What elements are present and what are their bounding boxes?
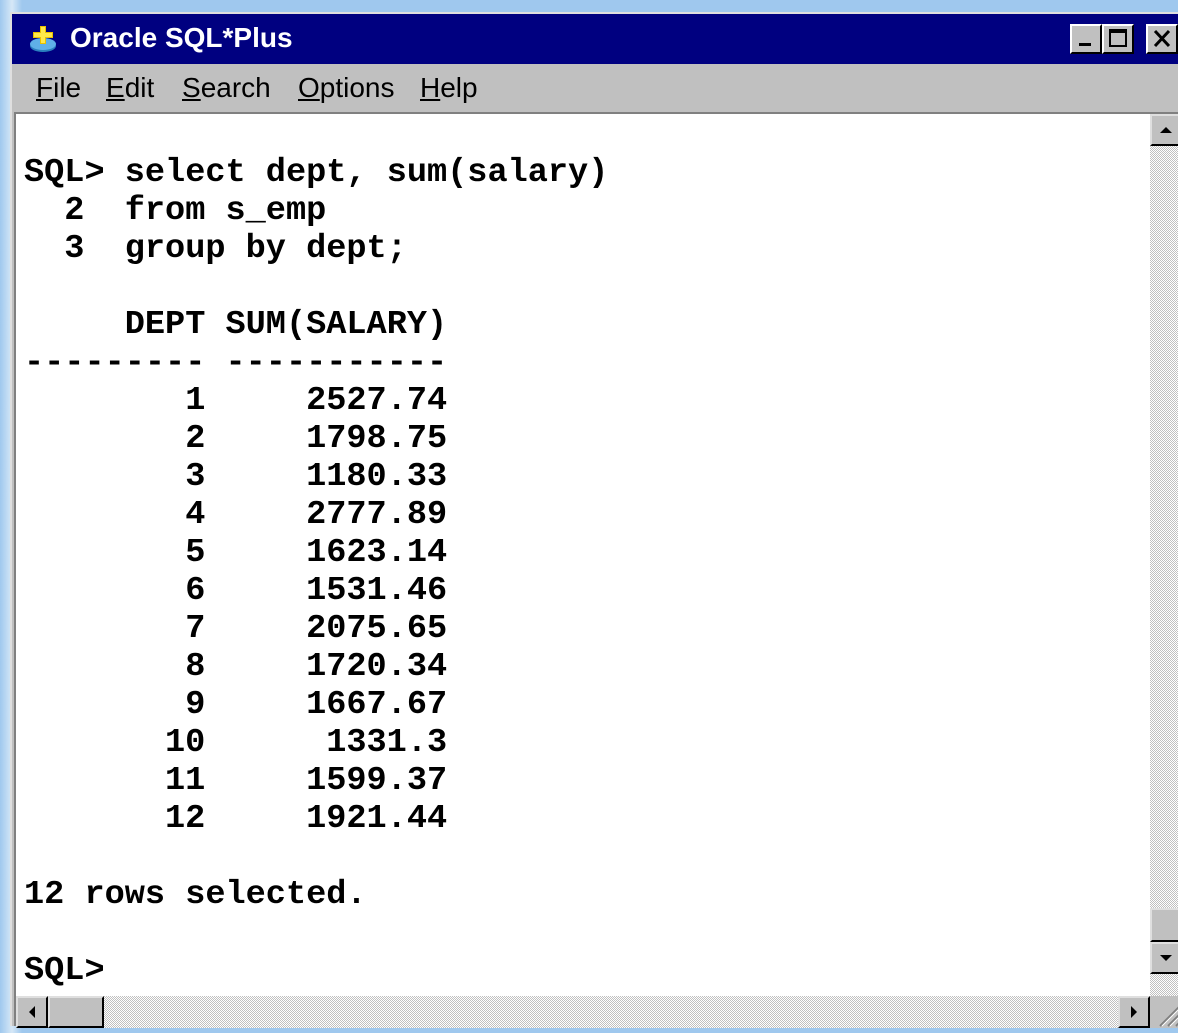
dept-cell: 9 (185, 686, 206, 724)
salary-sum-cell: 1599.37 (306, 762, 448, 800)
menu-edit[interactable]: Edit (106, 72, 154, 104)
salary-sum-cell: 2777.89 (306, 496, 448, 534)
minimize-button[interactable] (1070, 24, 1102, 54)
dept-cell: 12 (165, 800, 206, 838)
dept-cell: 4 (185, 496, 206, 534)
result-row: 10 1331.3 (24, 724, 447, 762)
scroll-down-button[interactable] (1150, 942, 1178, 974)
result-row: 9 1667.67 (24, 686, 447, 724)
result-row: 11 1599.37 (24, 762, 447, 800)
arrow-down-icon (1160, 955, 1172, 961)
result-row: 4 2777.89 (24, 496, 447, 534)
menu-search-label: earch (200, 72, 271, 103)
salary-sum-cell: 1720.34 (306, 648, 448, 686)
minimize-icon (1079, 43, 1091, 46)
console-output[interactable]: SQL> select dept, sum(salary) 2 from s_e… (16, 114, 1150, 996)
menu-search-mnemonic: S (182, 72, 201, 103)
dept-cell: 7 (185, 610, 206, 648)
result-row: 5 1623.14 (24, 534, 447, 572)
menu-help-label: elp (440, 72, 478, 103)
oracle-app-icon (30, 26, 56, 52)
salary-sum-cell: 1180.33 (306, 458, 448, 496)
menu-help[interactable]: Help (420, 72, 478, 104)
salary-sum-cell: 2075.65 (306, 610, 448, 648)
query-line: SQL> select dept, sum(salary) (24, 154, 609, 192)
horizontal-scrollbar[interactable] (16, 996, 1150, 1028)
dept-cell: 10 (165, 724, 206, 762)
salary-sum-cell: 1331.3 (326, 724, 448, 762)
menu-options-mnemonic: O (298, 72, 320, 103)
resize-grip-icon (1159, 1006, 1178, 1027)
result-row: 8 1720.34 (24, 648, 447, 686)
maximize-icon (1109, 29, 1127, 47)
maximize-button[interactable] (1102, 24, 1134, 54)
result-row: 7 2075.65 (24, 610, 447, 648)
arrow-right-icon (1131, 1006, 1137, 1018)
vertical-scrollbar[interactable] (1150, 114, 1178, 996)
result-row: 1 2527.74 (24, 382, 447, 420)
dept-cell: 11 (165, 762, 206, 800)
arrow-left-icon (29, 1006, 35, 1018)
result-row: 6 1531.46 (24, 572, 447, 610)
column-separator: --------- ----------- (24, 344, 448, 382)
result-row: 3 1180.33 (24, 458, 447, 496)
salary-sum-cell: 1667.67 (306, 686, 448, 724)
dept-cell: 1 (185, 382, 206, 420)
dept-cell: 8 (185, 648, 206, 686)
menu-search[interactable]: Search (182, 72, 271, 104)
menu-file[interactable]: File (36, 72, 81, 104)
salary-sum-cell: 1623.14 (306, 534, 448, 572)
salary-sum-cell: 1531.46 (306, 572, 448, 610)
dept-cell: 2 (185, 420, 206, 458)
client-area: SQL> select dept, sum(salary) 2 from s_e… (14, 112, 1178, 1028)
column-header: DEPT SUM(SALARY) (24, 306, 448, 344)
scroll-up-button[interactable] (1150, 114, 1178, 146)
query-line: 2 from s_emp (24, 192, 327, 230)
menu-bar: File Edit Search Options Help (12, 64, 1178, 112)
vertical-scroll-thumb[interactable] (1150, 908, 1178, 942)
menu-edit-label: dit (124, 72, 155, 103)
horizontal-scroll-thumb[interactable] (48, 996, 104, 1028)
result-row: 2 1798.75 (24, 420, 447, 458)
salary-sum-cell: 1798.75 (306, 420, 448, 458)
dept-cell: 3 (185, 458, 206, 496)
arrow-up-icon (1160, 127, 1172, 133)
menu-file-label: ile (53, 72, 82, 103)
dept-cell: 6 (185, 572, 206, 610)
menu-edit-mnemonic: E (106, 72, 125, 103)
rows-selected-status: 12 rows selected. (24, 876, 367, 914)
salary-sum-cell: 2527.74 (306, 382, 448, 420)
title-bar[interactable]: Oracle SQL*Plus (12, 14, 1178, 64)
sql-prompt: SQL> (24, 952, 105, 990)
scroll-right-button[interactable] (1118, 996, 1150, 1028)
menu-options-label: ptions (319, 72, 395, 103)
query-line: 3 group by dept; (24, 230, 407, 268)
result-row: 12 1921.44 (24, 800, 447, 838)
close-button[interactable] (1146, 24, 1178, 54)
close-icon (1153, 29, 1171, 48)
menu-file-mnemonic: F (36, 72, 54, 103)
scroll-left-button[interactable] (16, 996, 48, 1028)
menu-options[interactable]: Options (298, 72, 395, 104)
window-title: Oracle SQL*Plus (70, 22, 293, 53)
resize-grip[interactable] (1150, 996, 1178, 1028)
menu-help-mnemonic: H (420, 72, 441, 103)
salary-sum-cell: 1921.44 (306, 800, 448, 838)
dept-cell: 5 (185, 534, 206, 572)
sqlplus-window: Oracle SQL*Plus File Edit Search Options… (10, 12, 1178, 1028)
